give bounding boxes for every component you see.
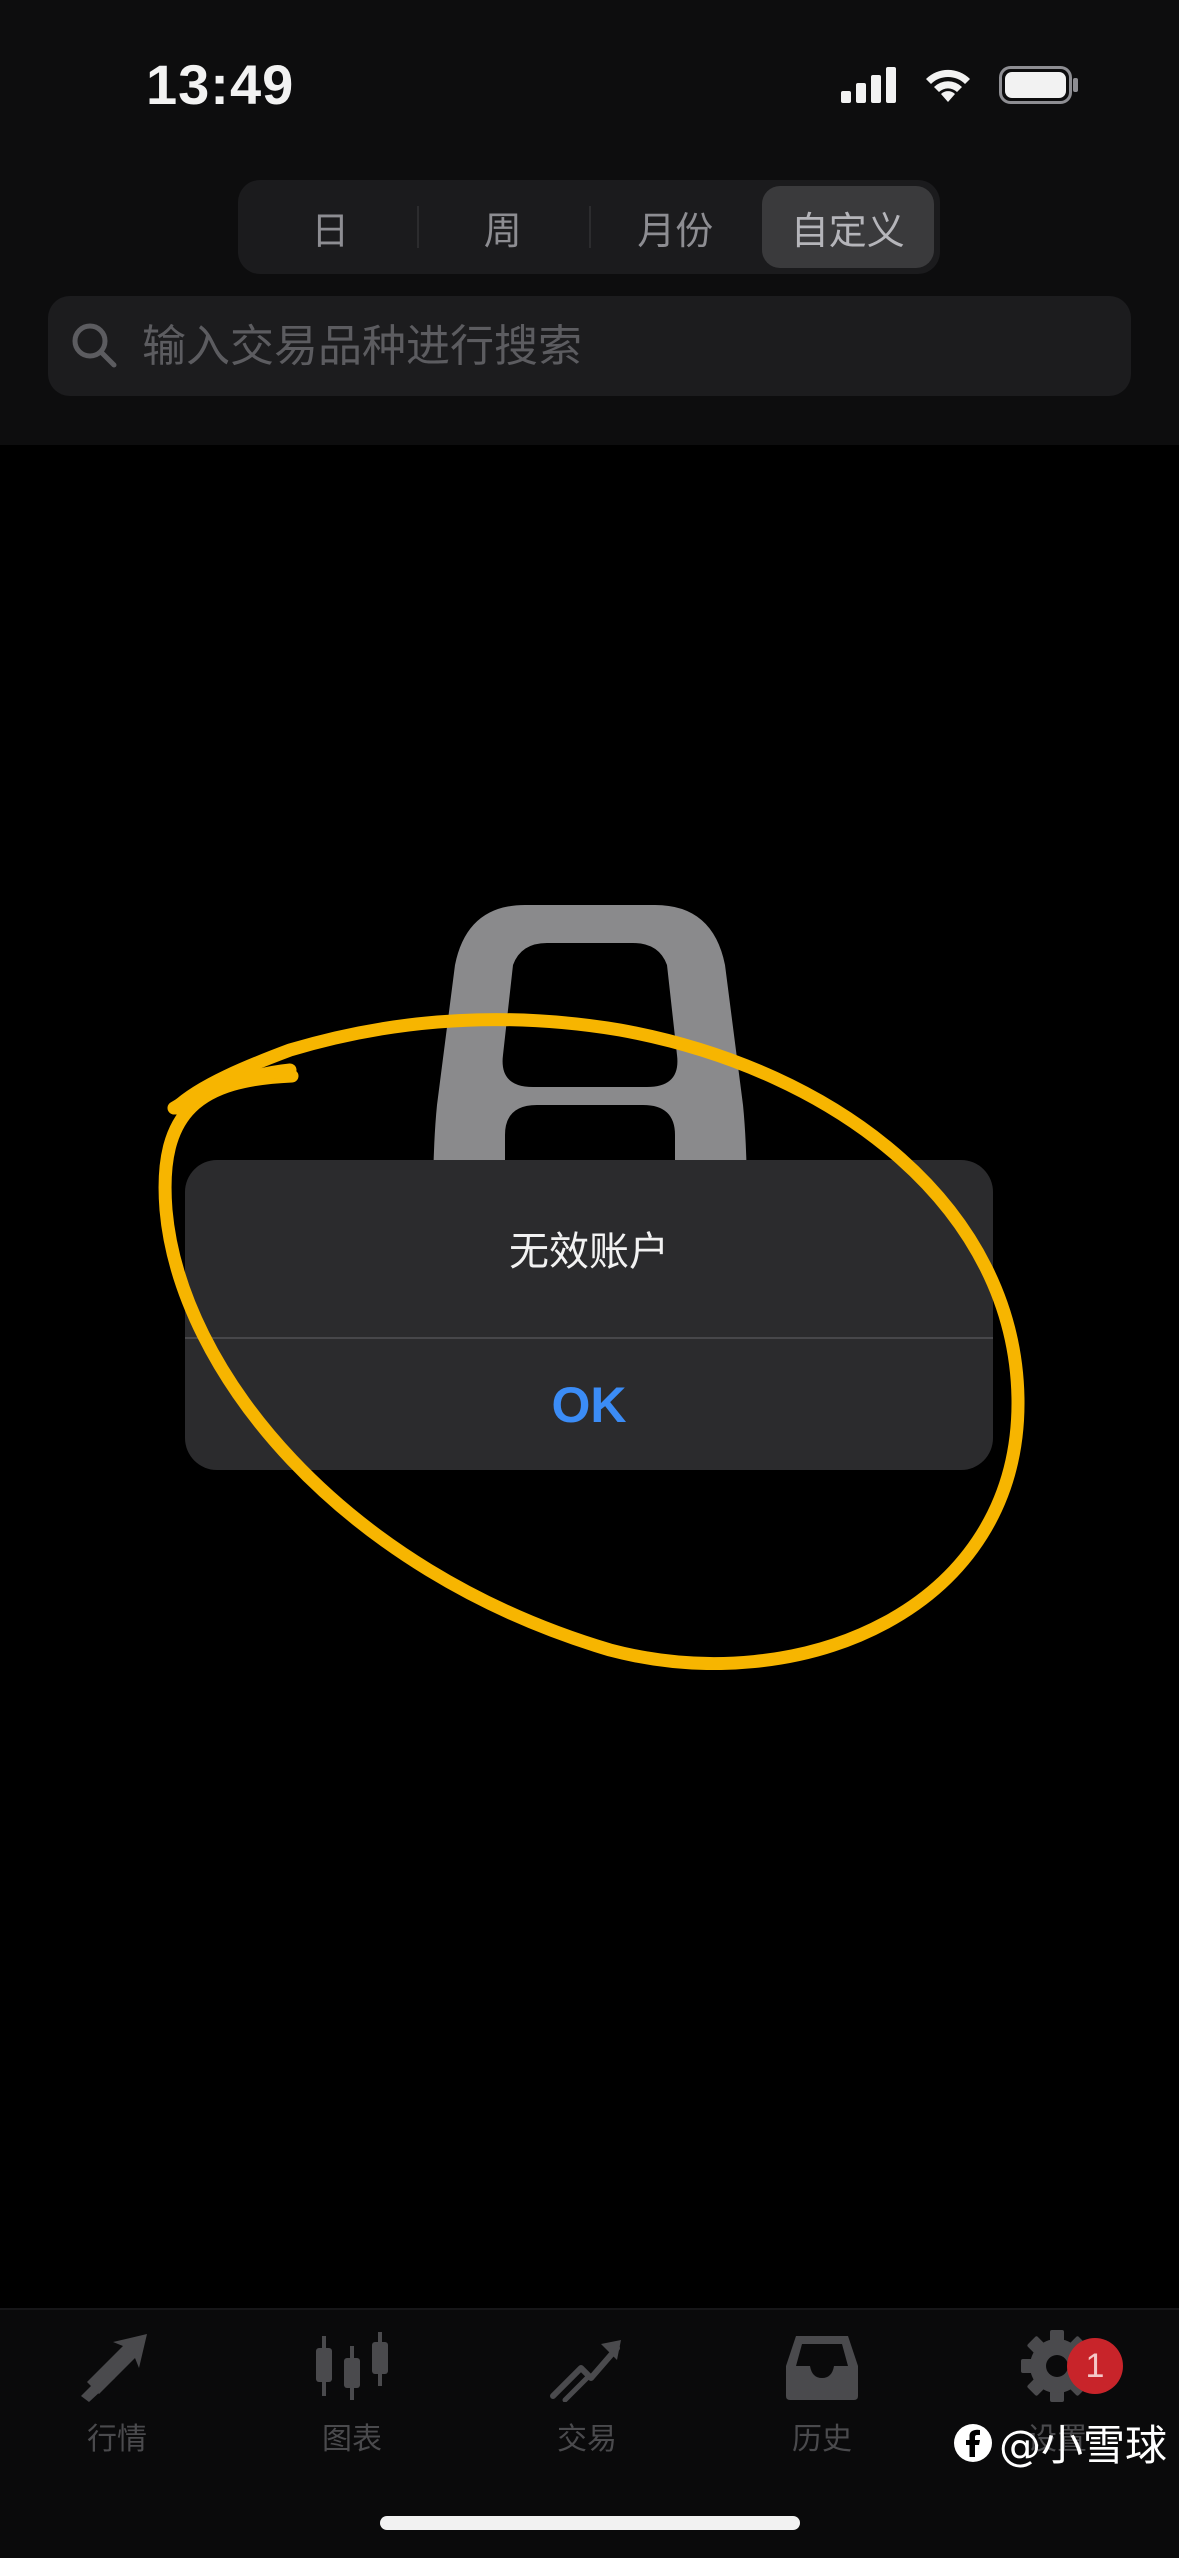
status-icons [841, 66, 1079, 104]
settings-badge: 1 [1067, 2338, 1123, 2394]
period-segmented-control: 日 周 月份 自定义 [238, 180, 940, 274]
home-indicator[interactable] [380, 2516, 800, 2530]
tab-trade[interactable]: 交易 [497, 2330, 677, 2458]
facebook-logo-icon [953, 2423, 992, 2462]
wifi-icon [926, 69, 970, 102]
segment-week[interactable]: 周 [416, 186, 590, 268]
search-icon [72, 323, 117, 368]
watermark: @小雪球 [953, 2412, 1167, 2473]
tab-chart[interactable]: 图表 [262, 2330, 442, 2458]
watermark-text: @小雪球 [998, 2421, 1167, 2470]
status-time: 13:49 [146, 53, 295, 116]
search-input[interactable] [140, 319, 1044, 373]
tab-chart-label: 图表 [322, 2422, 382, 2457]
tab-quotes[interactable]: 行情 [27, 2330, 207, 2458]
annotation-circle [158, 1013, 1025, 1670]
top-area: 13:49 日 周 月份 自定义 [0, 0, 1179, 445]
segment-day[interactable]: 日 [244, 186, 417, 268]
search-bar [48, 296, 1131, 396]
cellular-signal-icon [841, 67, 896, 103]
candlestick-chart-icon [316, 2332, 388, 2400]
battery-icon [999, 66, 1078, 104]
tab-trade-label: 交易 [557, 2422, 617, 2457]
segment-month[interactable]: 月份 [589, 186, 762, 268]
segment-custom[interactable]: 自定义 [761, 186, 934, 268]
history-inbox-icon [786, 2336, 858, 2400]
trade-trend-icon [550, 2340, 621, 2402]
tab-history[interactable]: 历史 [732, 2330, 912, 2458]
tab-quotes-label: 行情 [87, 2422, 147, 2457]
quotes-arrows-icon [81, 2334, 147, 2402]
tab-history-label: 历史 [792, 2422, 852, 2457]
